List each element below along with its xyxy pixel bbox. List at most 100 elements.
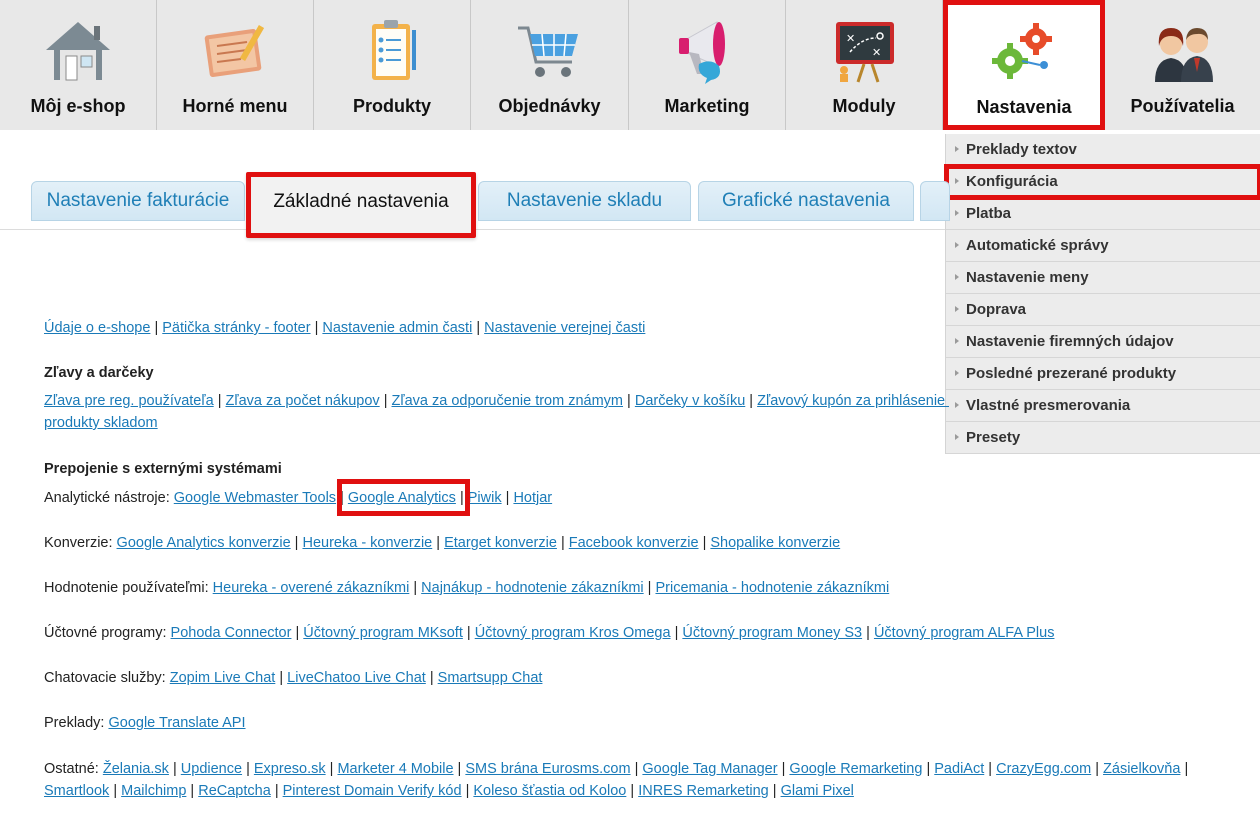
menu-item-platba[interactable]: Platba — [946, 198, 1260, 230]
chat-label: Chatovacie služby: — [44, 670, 166, 686]
nav-item-label: Moduly — [832, 96, 896, 116]
nav-item-label: Používatelia — [1130, 96, 1235, 116]
ratings-label: Hodnotenie používateľmi: — [44, 580, 209, 596]
other-row: Ostatné: Želania.sk | Updience | Expreso… — [44, 761, 1189, 799]
tab-nastavenie-skladu[interactable]: Nastavenie skladu — [478, 181, 691, 221]
link-najnakup[interactable]: Najnákup - hodnotenie zákazníkmi — [421, 580, 643, 596]
nav-item-horne-menu[interactable]: Horné menu — [157, 0, 314, 130]
link-zlava-reg[interactable]: Zľava pre reg. používateľa — [44, 393, 214, 409]
link-google-remarketing[interactable]: Google Remarketing — [789, 761, 922, 777]
link-glami[interactable]: Glami Pixel — [781, 783, 854, 799]
link-udaje-o-eshope[interactable]: Údaje o e-shope — [44, 320, 150, 336]
house-icon — [46, 22, 110, 81]
link-google-tag-manager[interactable]: Google Tag Manager — [642, 761, 777, 777]
chat-row: Chatovacie služby: Zopim Live Chat | Liv… — [44, 670, 543, 686]
link-sms-brana[interactable]: SMS brána Eurosms.com — [465, 761, 630, 777]
link-expreso[interactable]: Expreso.sk — [254, 761, 326, 777]
tab-nastavenie-fakturacie[interactable]: Nastavenie fakturácie — [31, 181, 245, 221]
nav-item-produkty[interactable]: Produkty — [314, 0, 471, 130]
nav-item-marketing[interactable]: Marketing — [629, 0, 786, 130]
link-ga-konverzie[interactable]: Google Analytics konverzie — [117, 535, 291, 551]
link-zlava-odporucenie[interactable]: Zľava za odporučenie trom známym — [392, 393, 624, 409]
translate-row: Preklady: Google Translate API — [44, 715, 246, 731]
conversions-label: Konverzie: — [44, 535, 113, 551]
link-money-s3[interactable]: Účtovný program Money S3 — [682, 625, 862, 641]
link-etarget-konverzie[interactable]: Etarget konverzie — [444, 535, 557, 551]
settings-tabs: Nastavenie fakturácie Základné nastaveni… — [0, 170, 950, 238]
link-pricemania[interactable]: Pricemania - hodnotenie zákazníkmi — [655, 580, 889, 596]
link-zelania[interactable]: Želania.sk — [103, 761, 169, 777]
link-pinterest[interactable]: Pinterest Domain Verify kód — [283, 783, 462, 799]
discounts-links: Zľava pre reg. používateľa | Zľava za po… — [44, 393, 949, 409]
menu-item-firemne-udaje[interactable]: Nastavenie firemných údajov — [946, 326, 1260, 358]
nav-item-nastavenia[interactable]: Nastavenia — [943, 0, 1105, 130]
conversions-row: Konverzie: Google Analytics konverzie | … — [44, 535, 841, 551]
link-heureka-overene[interactable]: Heureka - overené zákazníkmi — [213, 580, 410, 596]
link-marketer4mobile[interactable]: Marketer 4 Mobile — [337, 761, 453, 777]
users-icon — [1154, 28, 1213, 82]
nav-item-label: Nastavenia — [976, 97, 1072, 117]
menu-item-doprava[interactable]: Doprava — [946, 294, 1260, 326]
discounts-heading: Zľavy a darčeky — [44, 365, 154, 381]
link-mailchimp[interactable]: Mailchimp — [121, 783, 186, 799]
link-zasielkovna[interactable]: Zásielkovňa — [1103, 761, 1180, 777]
top-navigation: Môj e-shop Horné menu Produkty Objednávk… — [0, 0, 1260, 130]
link-inres[interactable]: INRES Remarketing — [638, 783, 769, 799]
settings-dropdown-menu: Preklady textov Konfigurácia Platba Auto… — [944, 134, 1260, 454]
link-updience[interactable]: Updience — [181, 761, 242, 777]
megaphone-icon — [679, 21, 725, 84]
link-nastavenie-admin[interactable]: Nastavenie admin časti — [322, 320, 472, 336]
tab-more[interactable] — [920, 181, 950, 221]
link-nastavenie-verejnej[interactable]: Nastavenie verejnej časti — [484, 320, 645, 336]
menu-item-konfiguracia[interactable]: Konfigurácia — [944, 164, 1260, 200]
shopping-cart-icon — [517, 26, 578, 77]
link-google-webmaster-tools[interactable]: Google Webmaster Tools — [174, 490, 336, 506]
notes-pencil-icon — [204, 25, 265, 78]
link-google-analytics[interactable]: Google Analytics — [348, 490, 456, 506]
link-zlava-pocet-nakupov[interactable]: Zľava za počet nákupov — [226, 393, 380, 409]
link-padiact[interactable]: PadiAct — [934, 761, 984, 777]
link-pohoda[interactable]: Pohoda Connector — [171, 625, 292, 641]
tab-graficke-nastavenia[interactable]: Grafické nastavenia — [698, 181, 914, 221]
link-recaptcha[interactable]: ReCaptcha — [198, 783, 271, 799]
translate-label: Preklady: — [44, 715, 105, 731]
menu-item-automaticke-spravy[interactable]: Automatické správy — [946, 230, 1260, 262]
nav-item-pouzivatelia[interactable]: Používatelia — [1105, 0, 1260, 130]
menu-item-nastavenie-meny[interactable]: Nastavenie meny — [946, 262, 1260, 294]
link-heureka-konverzie[interactable]: Heureka - konverzie — [302, 535, 432, 551]
link-smartsupp[interactable]: Smartsupp Chat — [438, 670, 543, 686]
link-smartlook[interactable]: Smartlook — [44, 783, 109, 799]
menu-item-posledne-prezerane[interactable]: Posledné prezerané produkty — [946, 358, 1260, 390]
link-mksoft[interactable]: Účtovný program MKsoft — [303, 625, 463, 641]
link-alfa-plus[interactable]: Účtovný program ALFA Plus — [874, 625, 1055, 641]
link-shopalike-konverzie[interactable]: Shopalike konverzie — [710, 535, 840, 551]
discounts-links-cont: produkty skladom — [44, 415, 158, 431]
nav-item-moduly[interactable]: ✕ ✕ Moduly — [786, 0, 943, 130]
gears-icon — [992, 23, 1052, 79]
ratings-row: Hodnotenie používateľmi: Heureka - overe… — [44, 580, 890, 596]
general-links: Údaje o e-shope | Pätička stránky - foot… — [44, 320, 646, 336]
nav-item-label: Môj e-shop — [30, 96, 126, 116]
link-koleso-stastia[interactable]: Koleso šťastia od Koloo — [473, 783, 626, 799]
menu-item-presety[interactable]: Presety — [946, 422, 1260, 454]
link-piwik[interactable]: Piwik — [468, 490, 502, 506]
other-label: Ostatné: — [44, 761, 99, 777]
accounting-label: Účtovné programy: — [44, 625, 167, 641]
link-darceky-kosik[interactable]: Darčeky v košíku — [635, 393, 745, 409]
link-zlavovy-kupon[interactable]: Zľavový kupón za prihlásenie do — [757, 393, 949, 409]
menu-item-presmerovania[interactable]: Vlastné presmerovania — [946, 390, 1260, 422]
tab-zakladne-nastavenia[interactable]: Základné nastavenia — [246, 172, 476, 238]
link-kros-omega[interactable]: Účtovný program Kros Omega — [475, 625, 671, 641]
link-zopim[interactable]: Zopim Live Chat — [170, 670, 276, 686]
link-hotjar[interactable]: Hotjar — [513, 490, 552, 506]
nav-item-objednavky[interactable]: Objednávky — [471, 0, 629, 130]
link-crazyegg[interactable]: CrazyEgg.com — [996, 761, 1091, 777]
link-produkty-skladom[interactable]: produkty skladom — [44, 415, 158, 431]
link-livechatoo[interactable]: LiveChatoo Live Chat — [287, 670, 426, 686]
menu-item-preklady-textov[interactable]: Preklady textov — [946, 134, 1260, 166]
nav-item-label: Marketing — [664, 96, 750, 116]
nav-item-moj-eshop[interactable]: Môj e-shop — [0, 0, 157, 130]
link-facebook-konverzie[interactable]: Facebook konverzie — [569, 535, 699, 551]
link-paticka-stranky[interactable]: Pätička stránky - footer — [162, 320, 310, 336]
link-google-translate[interactable]: Google Translate API — [108, 715, 245, 731]
